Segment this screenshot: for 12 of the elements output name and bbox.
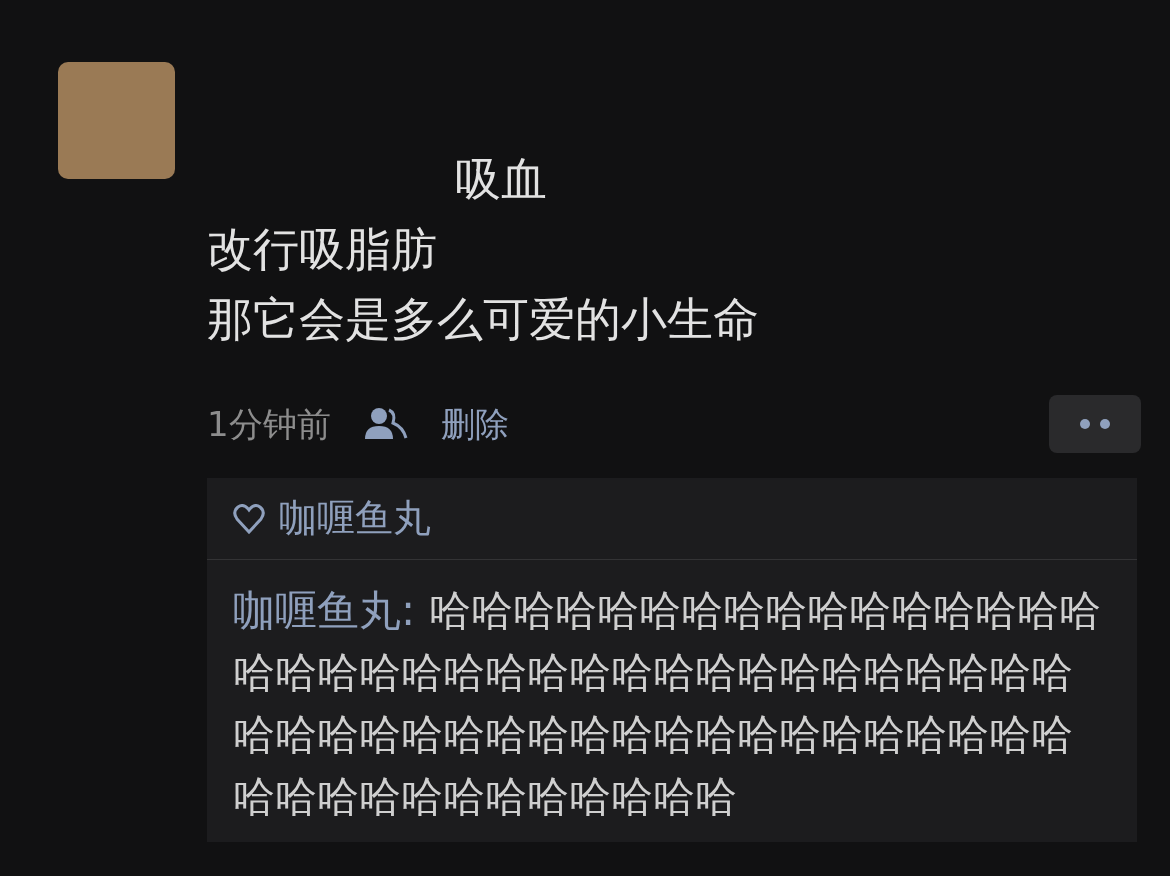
dots-icon xyxy=(1080,419,1110,429)
post-text: 吸血 xyxy=(454,151,547,208)
people-icon[interactable] xyxy=(362,407,409,441)
timestamp: 1分钟前 xyxy=(207,402,331,446)
heart-icon xyxy=(233,503,265,534)
comment-text: 咖喱鱼丸: 哈哈哈哈哈哈哈哈哈哈哈哈哈哈哈哈哈哈哈哈哈哈哈哈哈哈哈哈哈哈哈哈哈哈哈哈哈哈哈哈哈哈哈哈哈哈哈哈哈哈哈哈哈哈哈哈哈哈哈哈哈哈哈哈哈哈哈哈 xyxy=(233,585,1102,823)
like-name[interactable]: 咖喱鱼丸 xyxy=(279,490,431,547)
post-text: 那它会是多么可爱的小生命 xyxy=(207,291,759,348)
comment-author[interactable]: 咖喱鱼丸: xyxy=(233,586,429,635)
more-button[interactable] xyxy=(1049,395,1141,453)
delete-link[interactable]: 删除 xyxy=(440,398,509,450)
post-text: 改行吸脂肪 xyxy=(207,221,437,278)
